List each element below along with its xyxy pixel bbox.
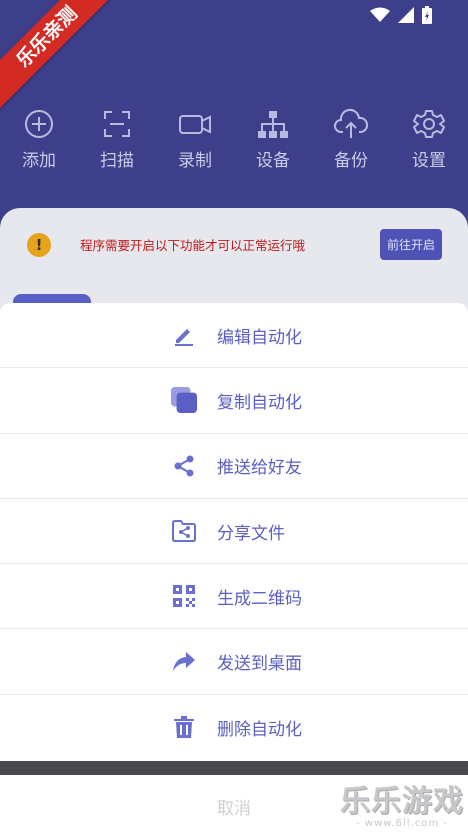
sheet-item-label: 发送到桌面 bbox=[217, 654, 302, 675]
cancel-label: 取消 bbox=[217, 799, 251, 819]
sheet-item-label: 删除自动化 bbox=[217, 719, 302, 740]
copy-icon bbox=[171, 387, 197, 414]
sheet-item-edit[interactable]: 编辑自动化 bbox=[0, 303, 468, 369]
tool-device[interactable]: 设备 bbox=[234, 108, 312, 171]
share-icon bbox=[171, 453, 197, 479]
tool-label: 备份 bbox=[334, 151, 368, 171]
edit-icon bbox=[171, 322, 197, 348]
toolbar: 添加 扫描 录制 设备 备份 设置 bbox=[0, 108, 468, 171]
tool-label: 录制 bbox=[178, 151, 212, 171]
battery-icon bbox=[422, 6, 432, 24]
cloud-upload-icon bbox=[334, 109, 369, 138]
sheet-item-delete[interactable]: 删除自动化 bbox=[0, 695, 468, 760]
sheet-item-label: 分享文件 bbox=[217, 523, 285, 544]
qr-code-icon bbox=[171, 583, 197, 609]
tool-add[interactable]: 添加 bbox=[0, 108, 78, 171]
tool-label: 设备 bbox=[256, 151, 290, 171]
sheet-item-push[interactable]: 推送给好友 bbox=[0, 434, 468, 499]
tool-label: 添加 bbox=[22, 151, 56, 171]
sheet-item-qrcode[interactable]: 生成二维码 bbox=[0, 564, 468, 630]
tool-record[interactable]: 录制 bbox=[156, 108, 234, 171]
video-camera-icon bbox=[179, 115, 211, 134]
add-circle-icon bbox=[25, 110, 53, 138]
tool-scan[interactable]: 扫描 bbox=[78, 108, 156, 171]
scan-icon bbox=[104, 111, 130, 137]
tool-backup[interactable]: 备份 bbox=[312, 108, 390, 171]
sheet-divider bbox=[0, 761, 468, 775]
network-icon bbox=[258, 111, 288, 138]
watermark-title: 乐乐游戏 bbox=[340, 784, 464, 819]
tool-label: 设置 bbox=[412, 151, 446, 171]
gear-icon bbox=[413, 110, 445, 138]
sheet-item-send-desktop[interactable]: 发送到桌面 bbox=[0, 629, 468, 695]
watermark-logo: 乐乐游戏 - www.6ll.com - bbox=[340, 784, 464, 830]
signal-icon bbox=[398, 7, 414, 23]
enable-button[interactable]: 前往开启 bbox=[379, 229, 442, 260]
sheet-item-label: 复制自动化 bbox=[217, 392, 302, 413]
share-file-icon bbox=[171, 518, 197, 544]
watermark-url: - www.6ll.com - bbox=[356, 818, 448, 829]
notice-message: 程序需要开启以下功能才可以正常运行哦 bbox=[80, 238, 306, 253]
wifi-icon bbox=[370, 7, 390, 22]
action-sheet: 编辑自动化 复制自动化 推送给好友 分享文件 生成二维码 发送到桌面 删除自动化 bbox=[0, 303, 468, 761]
sheet-item-share-file[interactable]: 分享文件 bbox=[0, 499, 468, 565]
permission-notice: ! 程序需要开启以下功能才可以正常运行哦 前往开启 bbox=[27, 229, 442, 260]
sheet-item-label: 编辑自动化 bbox=[217, 327, 302, 348]
delete-icon bbox=[171, 714, 197, 740]
tool-label: 扫描 bbox=[100, 151, 134, 171]
forward-icon bbox=[171, 649, 197, 675]
tool-settings[interactable]: 设置 bbox=[390, 108, 468, 171]
sheet-item-copy[interactable]: 复制自动化 bbox=[0, 368, 468, 434]
warning-icon: ! bbox=[27, 232, 51, 257]
sheet-item-label: 生成二维码 bbox=[217, 588, 302, 609]
sheet-item-label: 推送给好友 bbox=[217, 458, 302, 479]
